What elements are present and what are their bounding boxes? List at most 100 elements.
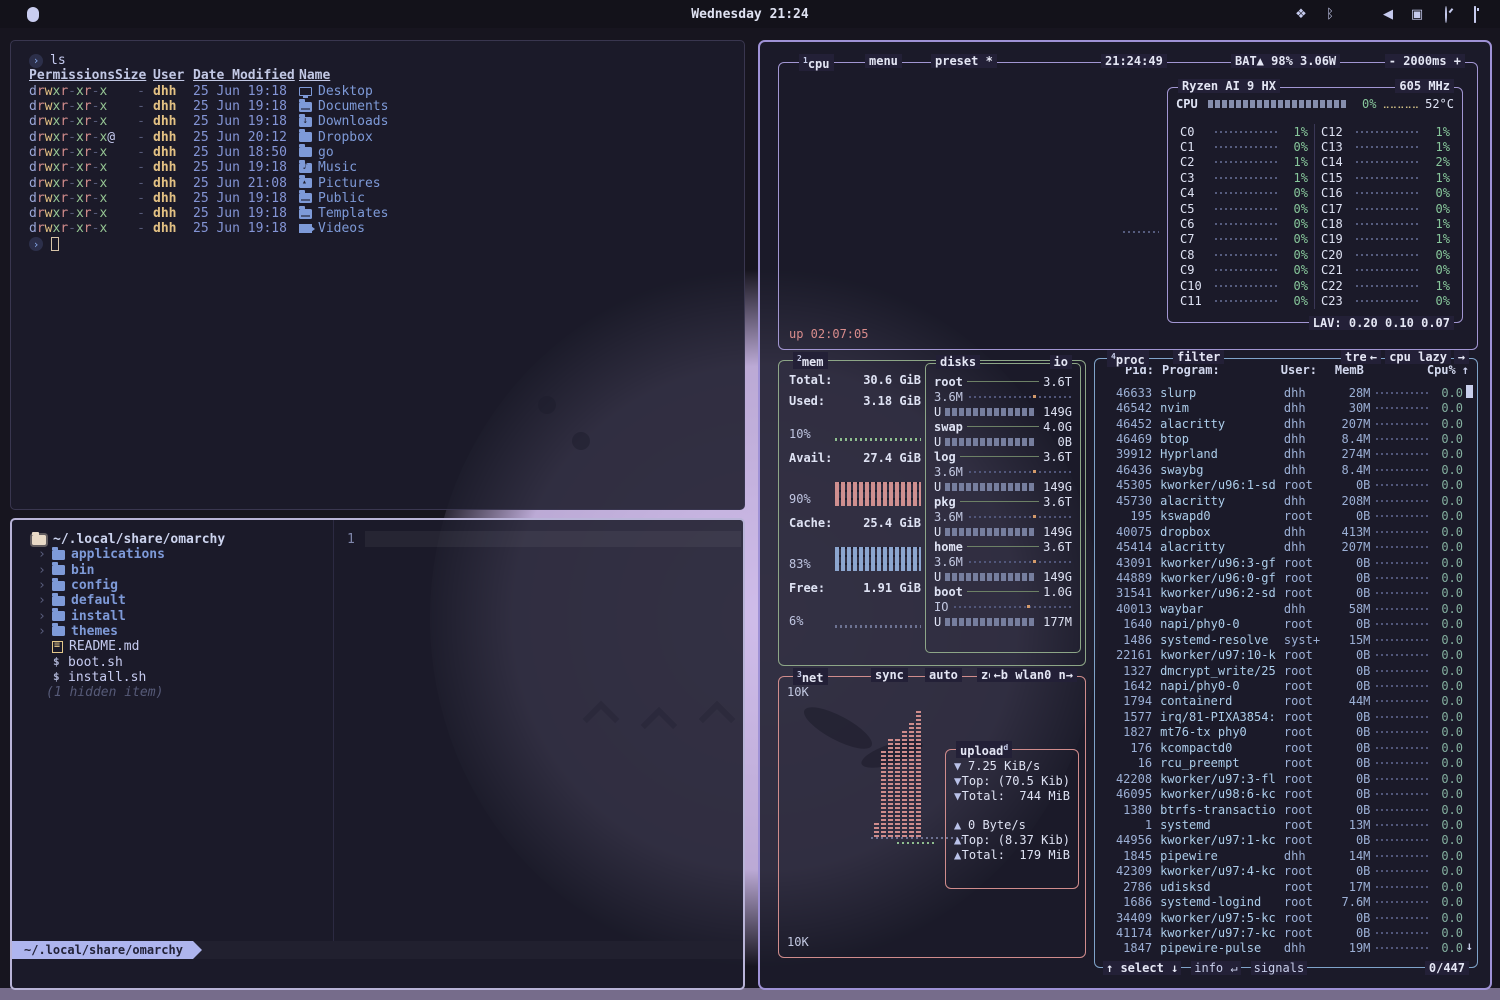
process-row[interactable]: 46436 swaybg dhh 8.4M 0.0 — [1099, 462, 1463, 477]
process-row[interactable]: 46452 alacritty dhh 207M 0.0 — [1099, 416, 1463, 431]
scrollbar-thumb[interactable] — [1466, 385, 1473, 398]
sort-column[interactable]: cpu lazy — [1385, 350, 1451, 364]
ls-row: drwxr-xr-x - dhh 25 Jun 19:18 Public — [29, 191, 744, 206]
tree-item[interactable]: install.sh — [38, 670, 333, 685]
core-row: C12 1% — [1315, 124, 1456, 139]
net-interface-switcher[interactable]: ←b wlan0 n→ — [990, 668, 1077, 682]
process-row[interactable]: 195 kswapd0 root 0B 0.0 — [1099, 509, 1463, 524]
disk-used-meter — [945, 483, 1034, 491]
process-row[interactable]: 46095 kworker/u98:6-kc root 0B 0.0 — [1099, 786, 1463, 801]
process-row[interactable]: 39912 Hyprland dhh 274M 0.0 — [1099, 447, 1463, 462]
process-row[interactable]: 44889 kworker/u96:0-gf root 0B 0.0 — [1099, 570, 1463, 585]
chevron-right-icon: › — [38, 593, 52, 608]
process-table: 46633 slurp dhh 28M 0.0 46542 nvim dhh 3… — [1099, 385, 1463, 956]
process-row[interactable]: 1686 systemd-logind root 7.6M 0.0 — [1099, 894, 1463, 909]
sort-right-arrow[interactable]: → — [1454, 350, 1469, 364]
process-row[interactable]: 1794 containerd root 44M 0.0 — [1099, 694, 1463, 709]
tree-root-item[interactable]: ~/.local/share/omarchy — [32, 532, 333, 547]
process-cpu-graph — [1376, 747, 1427, 749]
battery-icon[interactable] — [1468, 7, 1482, 22]
scroll-up-indicator[interactable]: ↑ — [1462, 363, 1469, 377]
menu-button[interactable]: menu — [865, 54, 902, 68]
process-row[interactable]: 22161 kworker/u97:10-k root 0B 0.0 — [1099, 647, 1463, 662]
chevron-right-icon — [38, 639, 52, 654]
ls-row: drwxr-xr-x - dhh 25 Jun 19:18 Videos — [29, 221, 744, 236]
editor-buffer-pane[interactable]: 1 — [335, 520, 743, 941]
rule-line — [967, 426, 1039, 427]
cpu-chip-icon[interactable]: ▣ — [1410, 7, 1424, 22]
net-stat-row: ▼Top: (70.5 Kib) — [946, 773, 1078, 788]
scroll-down-indicator[interactable]: ↓ — [1466, 939, 1473, 953]
process-row[interactable]: 1 systemd root 13M 0.0 — [1099, 817, 1463, 832]
dropbox-icon[interactable]: ❖ — [1294, 7, 1308, 22]
process-row[interactable]: 45305 kworker/u96:1-sd root 0B 0.0 — [1099, 478, 1463, 493]
process-row[interactable]: 41174 kworker/u97:7-kc root 0B 0.0 — [1099, 925, 1463, 940]
net-download-graph — [874, 707, 921, 837]
tree-item[interactable]: › default — [38, 593, 333, 608]
process-row[interactable]: 40013 waybar dhh 58M 0.0 — [1099, 601, 1463, 616]
file-type-icon — [52, 550, 65, 560]
process-cpu-graph — [1376, 423, 1427, 425]
process-row[interactable]: 1640 napi/phy0-0 root 0B 0.0 — [1099, 617, 1463, 632]
process-row[interactable]: 1486 systemd-resolve syst+ 15M 0.0 — [1099, 632, 1463, 647]
process-row[interactable]: 46542 nvim dhh 30M 0.0 — [1099, 400, 1463, 415]
core-row: C3 1% — [1174, 170, 1314, 185]
tree-item[interactable]: › bin — [38, 563, 333, 578]
process-row[interactable]: 45414 alacritty dhh 207M 0.0 — [1099, 539, 1463, 554]
process-row[interactable]: 43091 kworker/u96:3-gf root 0B 0.0 — [1099, 555, 1463, 570]
process-cpu-graph — [1376, 870, 1427, 872]
volume-icon[interactable]: ◀ — [1381, 7, 1395, 22]
disks-io-mode[interactable]: io — [1050, 355, 1072, 369]
tree-item[interactable]: › themes — [38, 624, 333, 639]
process-row[interactable]: 1642 napi/phy0-0 root 0B 0.0 — [1099, 678, 1463, 693]
process-row[interactable]: 1380 btrfs-transactio root 0B 0.0 — [1099, 802, 1463, 817]
tree-item[interactable]: › install — [38, 608, 333, 623]
tree-item-name: install.sh — [68, 670, 146, 685]
temp-graph: ⣀⣀⣀⣀⣀ — [1382, 98, 1419, 109]
select-hint[interactable]: ↑ select ↓ — [1103, 961, 1181, 975]
process-row[interactable]: 42309 kworker/u97:4-kc root 0B 0.0 — [1099, 864, 1463, 879]
process-row[interactable]: 2786 udisksd root 17M 0.0 — [1099, 879, 1463, 894]
terminal-window-ls: › ls Permissions Size User Date Modified… — [10, 40, 745, 510]
process-row[interactable]: 176 kcompactd0 root 0B 0.0 — [1099, 740, 1463, 755]
down-arrow-icon: ▼ — [954, 759, 968, 773]
process-row[interactable]: 34409 kworker/u97:5-kc root 0B 0.0 — [1099, 910, 1463, 925]
process-row[interactable]: 44956 kworker/u97:1-kc root 0B 0.0 — [1099, 833, 1463, 848]
ls-row: drwxr-xr-x - dhh 25 Jun 19:18 Templates — [29, 206, 744, 221]
process-row[interactable]: 40075 dropbox dhh 413M 0.0 — [1099, 524, 1463, 539]
signals-hint[interactable]: signals — [1251, 961, 1308, 975]
process-row[interactable]: 1827 mt76-tx phy0 root 0B 0.0 — [1099, 725, 1463, 740]
filter-button[interactable]: filter — [1173, 350, 1224, 364]
gauge-icon[interactable] — [1439, 7, 1453, 22]
tree-item[interactable]: › config — [38, 578, 333, 593]
process-cpu-graph — [1376, 577, 1427, 579]
cpu-panel: 1cpu menu preset * 21:24:49 BAT▲ 98% 3.0… — [778, 62, 1478, 350]
core-row: C21 0% — [1315, 263, 1456, 278]
process-row[interactable]: 1327 dmcrypt_write/25 root 0B 0.0 — [1099, 663, 1463, 678]
tree-item[interactable]: README.md — [38, 639, 333, 654]
process-row[interactable]: 42208 kworker/u97:3-fl root 0B 0.0 — [1099, 771, 1463, 786]
process-row[interactable]: 46469 btop dhh 8.4M 0.0 — [1099, 431, 1463, 446]
process-row[interactable]: 1577 irq/81-PIXA3854: root 0B 0.0 — [1099, 709, 1463, 724]
sort-left-arrow[interactable]: ← — [1366, 350, 1381, 364]
file-name: Templates — [318, 206, 388, 221]
process-row[interactable]: 1847 pipewire-pulse dhh 19M 0.0 — [1099, 941, 1463, 956]
info-hint[interactable]: info ↵ — [1191, 961, 1240, 975]
btop-clock: 21:24:49 — [1101, 54, 1167, 68]
tree-item[interactable]: › applications — [38, 547, 333, 562]
process-row[interactable]: 1845 pipewire dhh 14M 0.0 — [1099, 848, 1463, 863]
net-sync-button[interactable]: sync — [871, 668, 908, 682]
core-usage-graph — [1215, 254, 1277, 256]
process-row[interactable]: 31541 kworker/u96:2-sd root 0B 0.0 — [1099, 586, 1463, 601]
bluetooth-icon[interactable]: ᛒ — [1323, 7, 1337, 22]
process-row[interactable]: 46633 slurp dhh 28M 0.0 — [1099, 385, 1463, 400]
ls-row: drwxr-xr-x - dhh 25 Jun 19:18 Music — [29, 160, 744, 175]
prompt-line-empty[interactable]: › — [29, 237, 744, 252]
process-row[interactable]: 16 rcu_preempt root 0B 0.0 — [1099, 756, 1463, 771]
net-auto-button[interactable]: auto — [925, 668, 962, 682]
update-interval-control[interactable]: - 2000ms + — [1385, 54, 1465, 68]
tree-item[interactable]: boot.sh — [38, 654, 333, 669]
preset-button[interactable]: preset * — [931, 54, 997, 68]
net-upload-graph — [897, 842, 935, 844]
process-row[interactable]: 45730 alacritty dhh 208M 0.0 — [1099, 493, 1463, 508]
